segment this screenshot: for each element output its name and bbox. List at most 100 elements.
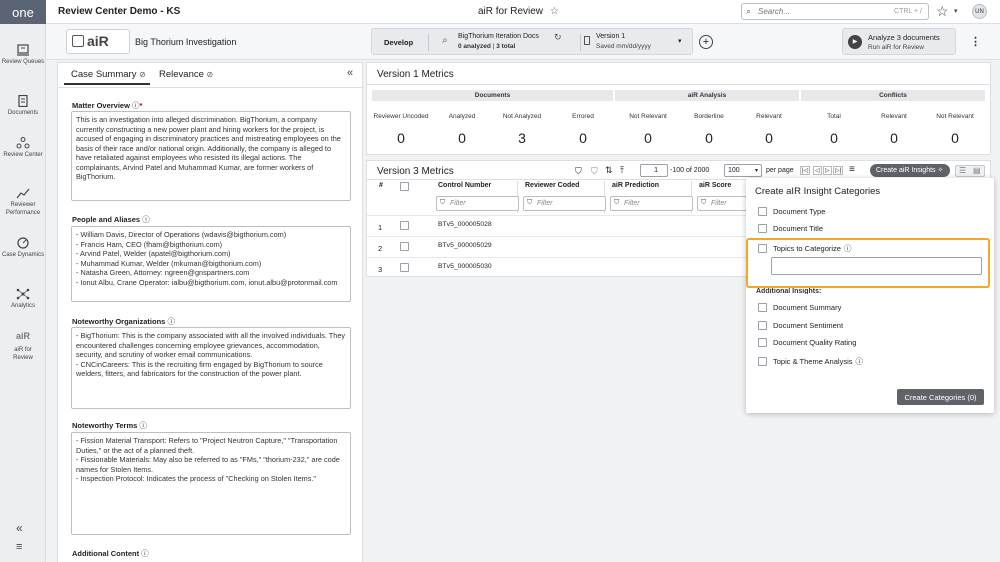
more-options-icon[interactable]: ⋮ [970,35,981,48]
nav-label: Analytics [10,303,35,309]
tab-case-summary[interactable]: Case Summary ⊘ [71,69,146,80]
prev-page-icon[interactable]: ◁ [813,166,822,175]
sort-icon[interactable]: ⇅ [605,165,613,176]
collapse-nav-icon[interactable]: « [16,521,23,535]
help-icon[interactable]: ⓘ [132,101,140,110]
checkbox[interactable] [758,303,767,312]
create-insight-categories-popup: Create aIR Insight Categories Document T… [746,178,994,413]
noteworthy-terms-text[interactable]: - Fission Material Transport: Refers to … [71,432,351,535]
global-search[interactable]: ⌕ CTRL + / [741,3,929,20]
help-icon[interactable]: ⓘ [141,549,149,558]
help-icon[interactable]: ⓘ [844,243,852,254]
nav-item-air-for-review[interactable]: aiR aiR for Review [0,332,46,362]
col-header-control-number[interactable]: Control Number [438,182,491,189]
help-icon[interactable]: ⓘ [142,215,150,224]
filter-air-score[interactable]: ⛉ Filter [697,196,747,211]
check-circle-icon: ⊘ [139,70,146,79]
list-menu-icon[interactable]: ≡ [849,164,855,175]
first-page-icon[interactable]: |◁ [800,166,811,175]
tab-label: Relevance [159,69,204,80]
option-document-type[interactable]: Document Type [758,207,825,216]
nav-item-review-queues[interactable]: Review Queues [0,44,46,66]
docset-selector[interactable]: ⌕ BigThorium Iteration Docs ↻ 0 analyzed… [442,32,572,52]
review-center-icon [16,137,30,149]
filter-control-number[interactable]: ⛉ Filter [436,196,519,211]
favorite-star-icon[interactable]: ☆ [550,6,559,17]
menu-icon[interactable]: ≡ [16,541,22,553]
project-controls: Develop ⌕ BigThorium Iteration Docs ↻ 0 … [371,28,693,55]
option-document-quality-rating[interactable]: Document Quality Rating [758,338,856,347]
noteworthy-orgs-label: Noteworthy Organizations ⓘ [72,316,175,327]
checkbox[interactable] [758,338,767,347]
col-header-air-score[interactable]: aiR Score [699,182,731,189]
option-document-sentiment[interactable]: Document Sentiment [758,321,843,330]
help-icon[interactable]: ⓘ [855,356,863,367]
noteworthy-orgs-text[interactable]: - BigThorium: This is the company associ… [71,327,351,409]
nav-item-analytics[interactable]: Analytics [0,288,46,310]
page-title: aiR for Review ☆ [478,6,559,17]
analyze-button[interactable]: ▶ Analyze 3 documents Run aiR for Review [842,28,956,55]
table-row[interactable]: 1 BTv5_000005028 [367,216,747,236]
docset-name: BigThorium Iteration Docs [458,33,539,40]
list-view-icon[interactable]: ☰ [959,166,966,175]
app-logo[interactable]: one [0,0,46,24]
topics-input[interactable] [771,257,982,275]
option-document-title[interactable]: Document Title [758,224,823,233]
last-page-icon[interactable]: ▷| [833,166,844,175]
filter-icon[interactable]: ⛉ [575,166,582,177]
checkbox[interactable] [758,321,767,330]
help-icon[interactable]: ⓘ [139,421,147,430]
option-topics-to-categorize[interactable]: Topics to Categorize ⓘ [758,243,851,254]
option-document-summary[interactable]: Document Summary [758,303,841,312]
collapse-panel-icon[interactable]: « [347,67,353,79]
option-topic-theme-analysis[interactable]: Topic & Theme Analysis ⓘ [758,356,863,367]
nav-item-review-center[interactable]: Review Center [0,137,46,159]
nav-item-documents[interactable]: Documents [0,95,46,117]
control-number[interactable]: BTv5_000005030 [438,263,492,270]
checkbox[interactable] [758,224,767,233]
per-page-select[interactable]: 100 ▾ [724,164,762,177]
people-aliases-text[interactable]: - William Davis, Director of Operations … [71,226,351,302]
select-all-checkbox[interactable] [400,182,409,191]
version-selector[interactable]: Version 1 Saved mm/dd/yyyy ▾ [584,32,688,52]
checkbox[interactable] [758,207,767,216]
analyze-title: Analyze 3 documents [868,33,940,42]
filter-reviewer-coded[interactable]: ⛉ Filter [523,196,606,211]
list-view-toggle[interactable]: ☰ ▤ [955,165,985,177]
favorites-chevron-down-icon[interactable]: ▾ [954,7,958,15]
row-checkbox[interactable] [400,221,409,230]
refresh-icon[interactable]: ↻ [554,32,562,43]
clear-filter-icon[interactable]: ⛉ [591,166,598,177]
favorites-star-icon[interactable]: ☆ [936,3,949,20]
tab-relevance[interactable]: Relevance ⊘ [159,69,213,80]
project-bar: aiR Big Thorium Investigation Develop ⌕ … [46,24,1000,60]
create-air-insights-button[interactable]: Create aiR Insights ✧ [870,164,950,177]
add-version-button[interactable]: + [699,35,713,49]
checkbox[interactable] [758,244,767,253]
metric-value: 0 [830,130,838,146]
checkbox[interactable] [758,357,767,366]
grid-view-icon[interactable]: ▤ [973,166,981,175]
col-header-reviewer-coded[interactable]: Reviewer Coded [525,182,579,189]
table-row[interactable]: 3 BTv5_000005030 [367,258,747,278]
help-icon[interactable]: ⓘ [167,317,175,326]
search-input[interactable] [758,7,878,16]
create-categories-button[interactable]: Create Categories (0) [897,389,984,405]
user-avatar[interactable]: UN [972,4,987,19]
next-page-icon[interactable]: ▷ [823,166,832,175]
row-checkbox[interactable] [400,242,409,251]
filter-air-prediction[interactable]: ⛉ Filter [610,196,693,211]
nav-item-case-dynamics[interactable]: Case Dynamics [0,237,46,259]
control-number[interactable]: BTv5_000005028 [438,221,492,228]
nav-item-reviewer-performance[interactable]: Reviewer Performance [0,187,46,217]
label-text: Noteworthy Organizations [72,317,166,326]
row-height-icon[interactable]: ⤒ [620,165,624,176]
col-header-air-prediction[interactable]: aiR Prediction [612,182,659,189]
table-row[interactable]: 2 BTv5_000005029 [367,237,747,257]
control-number[interactable]: BTv5_000005029 [438,242,492,249]
chevron-down-icon: ▾ [678,38,682,45]
row-checkbox[interactable] [400,263,409,272]
play-icon: ▶ [848,35,862,49]
matter-overview-text[interactable]: This is an investigation into alleged di… [71,111,351,201]
page-input[interactable]: 1 [640,164,668,177]
